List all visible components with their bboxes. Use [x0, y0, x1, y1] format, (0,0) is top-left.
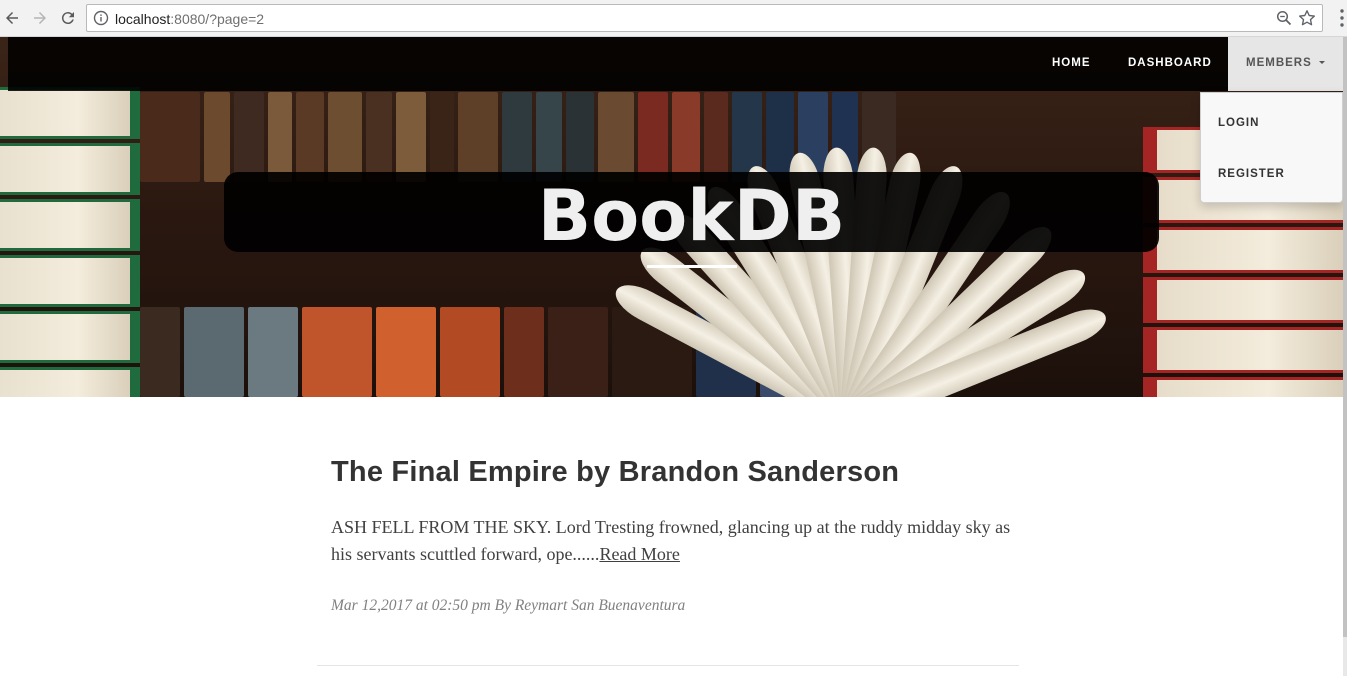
url-host: localhost [115, 11, 171, 27]
bookmark-star-icon[interactable] [1298, 9, 1316, 27]
post-divider [317, 665, 1019, 666]
dropdown-register-link[interactable]: REGISTER [1218, 168, 1285, 180]
zoom-icon[interactable] [1276, 10, 1292, 26]
page-viewport: BookDB HOME DASHBOARD MEMBERS LOGIN REGI… [0, 37, 1343, 676]
nav-dashboard-link[interactable]: DASHBOARD [1128, 57, 1212, 69]
back-arrow-icon[interactable] [0, 6, 24, 30]
url-path: :8080/?page=2 [170, 11, 265, 27]
nav-members-link[interactable]: MEMBERS [1246, 57, 1325, 69]
nav-members-label: MEMBERS [1246, 57, 1312, 69]
nav-home-link[interactable]: HOME [1052, 57, 1091, 69]
page-scrollbar[interactable] [1343, 37, 1347, 676]
nav-members-dropdown-toggle[interactable]: MEMBERS [1228, 37, 1343, 91]
site-title: BookDB [537, 175, 846, 257]
info-icon[interactable] [93, 10, 109, 26]
address-bar[interactable]: localhost:8080/?page=2 [86, 4, 1323, 32]
url-text[interactable]: localhost:8080/?page=2 [115, 11, 264, 27]
browser-menu-icon[interactable] [1339, 8, 1345, 28]
post-title[interactable]: The Final Empire by Brandon Sanderson [331, 456, 1011, 489]
post-meta: Mar 12,2017 at 02:50 pm By Reymart San B… [331, 596, 686, 614]
browser-toolbar: localhost:8080/?page=2 [0, 0, 1347, 37]
top-navbar: HOME DASHBOARD MEMBERS [8, 37, 1343, 91]
forward-arrow-icon[interactable] [28, 6, 52, 30]
title-underline [647, 265, 737, 268]
members-dropdown-menu: LOGIN REGISTER [1200, 92, 1343, 203]
dropdown-login-link[interactable]: LOGIN [1218, 117, 1259, 129]
reload-icon[interactable] [56, 6, 80, 30]
scrollbar-thumb[interactable] [1343, 37, 1347, 637]
read-more-link[interactable]: Read More [599, 544, 679, 564]
post-excerpt: ASH FELL FROM THE SKY. Lord Tresting fro… [331, 514, 1011, 568]
open-book-pages [540, 117, 1260, 397]
post-preview: The Final Empire by Brandon Sanderson AS… [331, 456, 1011, 615]
caret-down-icon [1318, 61, 1325, 65]
